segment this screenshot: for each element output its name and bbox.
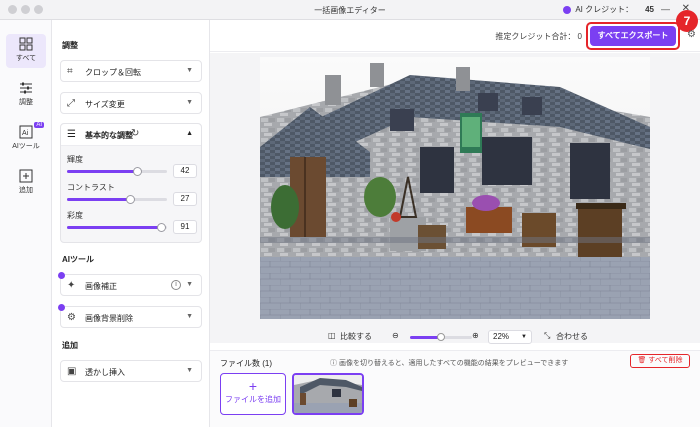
- rail-label-adjust: 調整: [19, 99, 33, 106]
- chevron-down-icon: ▼: [186, 367, 193, 374]
- slider-knob[interactable]: [437, 333, 445, 341]
- compare-icon[interactable]: ◫: [328, 331, 336, 340]
- info-icon: ⓘ: [330, 360, 339, 367]
- rail-item-all[interactable]: すべて: [6, 34, 46, 68]
- bg-remove-icon: ⚙: [67, 312, 76, 323]
- rail-label-add: 追加: [19, 187, 33, 194]
- house-illustration: [260, 57, 650, 319]
- grid-icon: [19, 37, 33, 51]
- chevron-down-icon: ▼: [186, 281, 193, 288]
- resize-label: サイズ変更: [85, 100, 125, 109]
- bg-remove-label: 画像背景削除: [85, 314, 133, 323]
- section-title-adjust: 調整: [62, 41, 78, 50]
- info-icon[interactable]: i: [171, 280, 181, 290]
- enhance-label: 画像補正: [85, 282, 117, 291]
- image-icon: ▣: [67, 366, 77, 377]
- trash-icon: 🗑: [637, 357, 649, 364]
- credit-icon: [563, 5, 572, 14]
- basic-adjust-group: ☰ 基本的な調整 ↻ ▲ 輝度 42 コントラスト 27 彩度 91: [60, 123, 202, 243]
- ai-icon: Ai: [19, 125, 33, 139]
- enhance-row[interactable]: ✦ 画像補正 i ▼: [58, 272, 202, 296]
- section-title-add: 追加: [62, 341, 78, 350]
- section-title-ai-tools: AIツール: [62, 255, 94, 264]
- saturation-slider[interactable]: [67, 223, 167, 232]
- sliders-icon: [20, 82, 32, 94]
- ai-credits: AI クレジット： 45: [563, 4, 654, 15]
- minimize-icon[interactable]: —: [661, 4, 670, 14]
- contrast-value[interactable]: 27: [173, 192, 197, 206]
- left-rail: すべて 調整 AI Ai AIツール 追加: [0, 20, 52, 427]
- saturation-value[interactable]: 91: [173, 220, 197, 234]
- watermark-row[interactable]: ▣ 透かし挿入 ▼: [60, 360, 202, 382]
- settings-panel: 調整 ⌗ クロップ＆回転 ▼ ⤢ サイズ変更 ▼ ☰ 基本的な調整 ↻ ▲ 輝度…: [52, 20, 210, 427]
- plus-icon: +: [248, 378, 258, 394]
- crop-rotate-row[interactable]: ⌗ クロップ＆回転 ▼: [60, 60, 202, 82]
- resize-row[interactable]: ⤢ サイズ変更 ▼: [60, 92, 202, 114]
- hint-text: 画像を切り替えると、適用したすべての機能の結果をプレビューできます: [338, 360, 569, 367]
- add-file-button[interactable]: + ファイルを追加: [220, 373, 286, 415]
- file-bar: ファイル数 (1) ⓘ 画像を切り替えると、適用したすべての機能の結果をプレビュ…: [210, 350, 700, 427]
- preview-image: [260, 57, 650, 319]
- chevron-down-icon: ▼: [186, 313, 193, 320]
- main-area: 推定クレジット合計： 0 すべてエクスポート 7 ⚙ ◫ 比較する ⊖ ⊕ 22…: [210, 10, 700, 427]
- estimated-credits: 推定クレジット合計： 0: [495, 32, 582, 41]
- svg-text:Ai: Ai: [22, 130, 29, 137]
- contrast-slider[interactable]: [67, 195, 167, 204]
- rail-label-ai-tools: AIツール: [12, 143, 40, 150]
- highlight-box: [586, 22, 680, 50]
- compare-button[interactable]: 比較する: [340, 331, 372, 342]
- zoom-select[interactable]: 22% ▼: [488, 330, 532, 344]
- preview-hint: ⓘ 画像を切り替えると、適用したすべての機能の結果をプレビューできます: [330, 358, 568, 368]
- add-square-icon: [19, 169, 33, 183]
- top-bar: 推定クレジット合計： 0 すべてエクスポート 7 ⚙: [210, 10, 700, 52]
- crop-icon: ⌗: [67, 66, 73, 77]
- preview-canvas: [210, 53, 700, 343]
- chevron-down-icon: ▼: [186, 67, 193, 74]
- thumbnail-image: [294, 375, 362, 413]
- chevron-down-icon: ▼: [521, 334, 527, 340]
- add-file-label: ファイルを追加: [225, 395, 281, 404]
- rail-item-adjust[interactable]: 調整: [6, 78, 46, 112]
- zoom-in-icon[interactable]: ⊕: [472, 331, 479, 340]
- zoom-slider[interactable]: [410, 333, 472, 341]
- file-count: ファイル数 (1): [220, 359, 272, 368]
- fit-icon[interactable]: ⤡: [544, 331, 550, 341]
- chevron-up-icon: ▲: [186, 130, 193, 137]
- ai-dot-icon: [58, 272, 65, 279]
- basic-adjust-header[interactable]: ☰ 基本的な調整 ↻ ▲: [61, 124, 201, 146]
- rail-item-add[interactable]: 追加: [6, 166, 46, 200]
- file-thumbnail[interactable]: [292, 373, 364, 415]
- sliders-icon: ☰: [67, 129, 76, 140]
- slider-knob[interactable]: [133, 167, 142, 176]
- zoom-out-icon[interactable]: ⊖: [392, 331, 399, 340]
- ai-dot-icon: [58, 304, 65, 311]
- slider-knob[interactable]: [157, 223, 166, 232]
- rail-item-ai-tools[interactable]: AI Ai AIツール: [6, 122, 46, 156]
- credits-label: AI クレジット：: [575, 5, 634, 14]
- enhance-icon: ✦: [67, 280, 76, 291]
- ai-badge: AI: [34, 122, 44, 128]
- rail-label-all: すべて: [15, 55, 37, 62]
- saturation-label: 彩度: [67, 211, 83, 220]
- resize-icon: ⤢: [67, 98, 75, 109]
- brightness-value[interactable]: 42: [173, 164, 197, 178]
- brightness-slider[interactable]: [67, 167, 167, 176]
- delete-all-label: すべて削除: [648, 357, 683, 364]
- watermark-label: 透かし挿入: [85, 368, 125, 377]
- zoom-value: 22%: [493, 332, 510, 341]
- credits-value: 45: [645, 5, 654, 14]
- slider-knob[interactable]: [126, 195, 135, 204]
- title-bar: 一括画像エディター AI クレジット： 45 — ✕: [0, 0, 700, 20]
- reset-icon[interactable]: ↻: [131, 128, 139, 139]
- settings-gear-icon[interactable]: ⚙: [687, 29, 696, 40]
- bg-remove-row[interactable]: ⚙ 画像背景削除 ▼: [58, 304, 202, 328]
- crop-rotate-label: クロップ＆回転: [85, 68, 141, 77]
- basic-adjust-label: 基本的な調整: [85, 131, 133, 140]
- delete-all-button[interactable]: 🗑 すべて削除: [630, 354, 690, 368]
- contrast-label: コントラスト: [67, 183, 115, 192]
- fit-button[interactable]: 合わせる: [556, 331, 588, 342]
- zoom-bar: ◫ 比較する ⊖ ⊕ 22% ▼ ⤡ 合わせる: [210, 326, 700, 348]
- brightness-label: 輝度: [67, 155, 83, 164]
- chevron-down-icon: ▼: [186, 99, 193, 106]
